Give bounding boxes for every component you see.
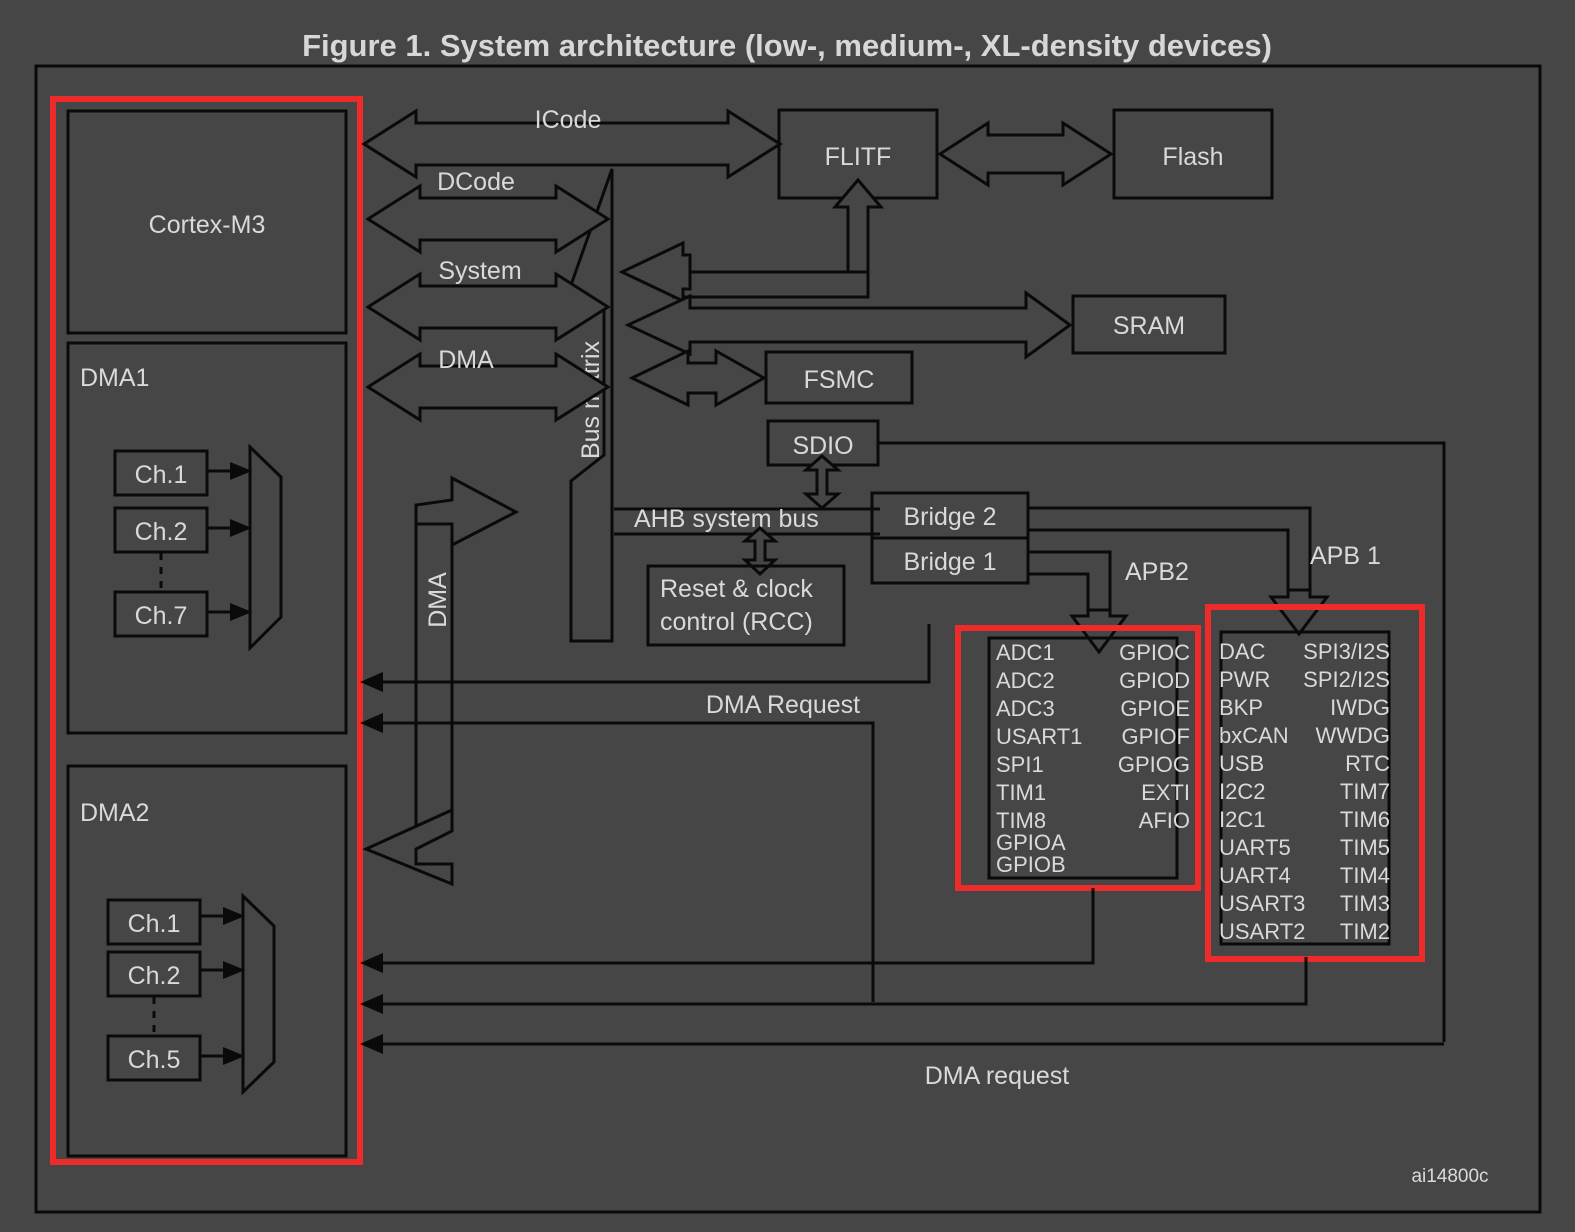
rcc-label-line1: Reset & clock [660, 575, 813, 603]
fsmc-label: FSMC [804, 366, 875, 394]
flitf-label: FLITF [825, 143, 892, 171]
apb1-left-9: USART3 [1219, 891, 1305, 916]
dma-request-line-1 [383, 624, 931, 684]
dma1-ch7-label: Ch.7 [135, 602, 188, 630]
dma1-ch2-label: Ch.2 [135, 518, 188, 546]
apb2-left-0: ADC1 [996, 640, 1055, 665]
apb1-right-5: TIM7 [1340, 779, 1390, 804]
apb1-left-0: DAC [1219, 639, 1266, 664]
apb2-left-3: USART1 [996, 724, 1082, 749]
fsmc-arrow [628, 348, 768, 408]
dma2-ch2-label: Ch.2 [128, 962, 181, 990]
bridge1-apb2-line-b [1028, 572, 1090, 616]
icode-label: ICode [535, 106, 602, 134]
apb2-left-5: TIM1 [996, 780, 1046, 805]
sram-label: SRAM [1113, 312, 1185, 340]
apb1-label: APB 1 [1310, 542, 1381, 570]
apb1-right-7: TIM5 [1340, 835, 1390, 860]
dma1-arbiter [248, 443, 283, 652]
apb1-right-3: WWDG [1315, 723, 1390, 748]
apb2-label: APB2 [1125, 558, 1189, 586]
apb2-left-column: ADC1 ADC2 ADC3 USART1 SPI1 TIM1 TIM8 GPI… [996, 640, 1082, 877]
flitf-feed-line-1 [678, 258, 848, 274]
apb1-left-2: BKP [1219, 695, 1263, 720]
dma-request-arrowhead-3 [360, 953, 383, 973]
apb2-right-4: GPIOG [1118, 752, 1190, 777]
apb1-right-1: SPI2/I2S [1303, 667, 1390, 692]
ahb-system-bus-label: AHB system bus [634, 505, 819, 533]
rcc-label-line2: control (RCC) [660, 608, 813, 636]
dma-bus-label: DMA [438, 346, 494, 374]
apb1-left-column: DAC PWR BKP bxCAN USB I2C2 I2C1 UART5 UA… [1219, 639, 1305, 944]
apb2-left-4: SPI1 [996, 752, 1044, 777]
apb2-right-5: EXTI [1141, 780, 1190, 805]
apb1-left-7: UART5 [1219, 835, 1291, 860]
dma-request-upper-label: DMA Request [706, 691, 860, 719]
dma-request-line-2 [383, 721, 875, 1002]
apb2-right-column: GPIOC GPIOD GPIOE GPIOF GPIOG EXTI AFIO [1118, 640, 1190, 833]
apb1-left-3: bxCAN [1219, 723, 1289, 748]
apb1-left-5: I2C2 [1219, 779, 1265, 804]
dma-request-line-3 [383, 888, 1095, 965]
apb1-left-4: USB [1219, 751, 1264, 776]
apb1-left-10: USART2 [1219, 919, 1305, 944]
apb2-left-1: ADC2 [996, 668, 1055, 693]
dcode-label: DCode [437, 168, 515, 196]
apb2-left-8: GPIOB [996, 852, 1066, 877]
apb1-right-8: TIM4 [1340, 863, 1390, 888]
apb2-right-2: GPIOE [1120, 696, 1190, 721]
apb1-right-6: TIM6 [1340, 807, 1390, 832]
apb2-left-2: ADC3 [996, 696, 1055, 721]
dma-request-arrowhead-1 [360, 672, 383, 692]
apb1-right-4: RTC [1345, 751, 1390, 776]
dma2-ch5-label: Ch.5 [128, 1046, 181, 1074]
apb2-right-1: GPIOD [1119, 668, 1190, 693]
cortex-m3-label: Cortex-M3 [149, 211, 266, 239]
dma1-ch1-label: Ch.1 [135, 461, 188, 489]
apb1-right-9: TIM3 [1340, 891, 1390, 916]
system-label: System [438, 257, 521, 285]
bus-to-flitf-arrowhead [618, 240, 692, 304]
watermark-label: ai14800c [1411, 1166, 1488, 1187]
flitf-flash-arrow [937, 120, 1114, 188]
apb1-arrowhead [1267, 588, 1331, 637]
dma2-label: DMA2 [80, 799, 149, 827]
bridge1-label: Bridge 1 [903, 548, 996, 576]
dma-request-arrowhead-4 [360, 994, 383, 1014]
dma-vertical-label: DMA [424, 572, 452, 628]
dma-request-arrowhead-2 [360, 713, 383, 733]
apb1-right-2: IWDG [1330, 695, 1390, 720]
apb2-right-3: GPIOF [1122, 724, 1190, 749]
apb1-right-10: TIM2 [1340, 919, 1390, 944]
bridge1-apb2-line-a [1028, 550, 1112, 616]
flash-label: Flash [1162, 143, 1223, 171]
dma1-label: DMA1 [80, 364, 149, 392]
sram-bus-arrow [624, 290, 1073, 360]
system-architecture-diagram: Figure 1. System architecture (low-, med… [34, 28, 1542, 1214]
apb1-left-1: PWR [1219, 667, 1270, 692]
bridge2-label: Bridge 2 [903, 503, 996, 531]
dma-request-lower-label: DMA request [925, 1062, 1070, 1090]
flitf-feed-line-2 [672, 272, 870, 299]
apb1-right-0: SPI3/I2S [1303, 639, 1390, 664]
apb1-left-6: I2C1 [1219, 807, 1265, 832]
dma-up-arrowhead [414, 475, 520, 548]
dma-down-arrowhead [362, 807, 454, 887]
flitf-up-arrow [831, 177, 885, 274]
apb2-right-0: GPIOC [1119, 640, 1190, 665]
dma-request-arrowhead-5 [360, 1034, 383, 1054]
dma2-arbiter [241, 892, 276, 1096]
apb1-left-8: UART4 [1219, 863, 1291, 888]
apb2-right-6: AFIO [1139, 808, 1190, 833]
apb1-right-column: SPI3/I2S SPI2/I2S IWDG WWDG RTC TIM7 TIM… [1303, 639, 1390, 944]
figure-title: Figure 1. System architecture (low-, med… [302, 28, 1272, 63]
dma2-ch1-label: Ch.1 [128, 910, 181, 938]
